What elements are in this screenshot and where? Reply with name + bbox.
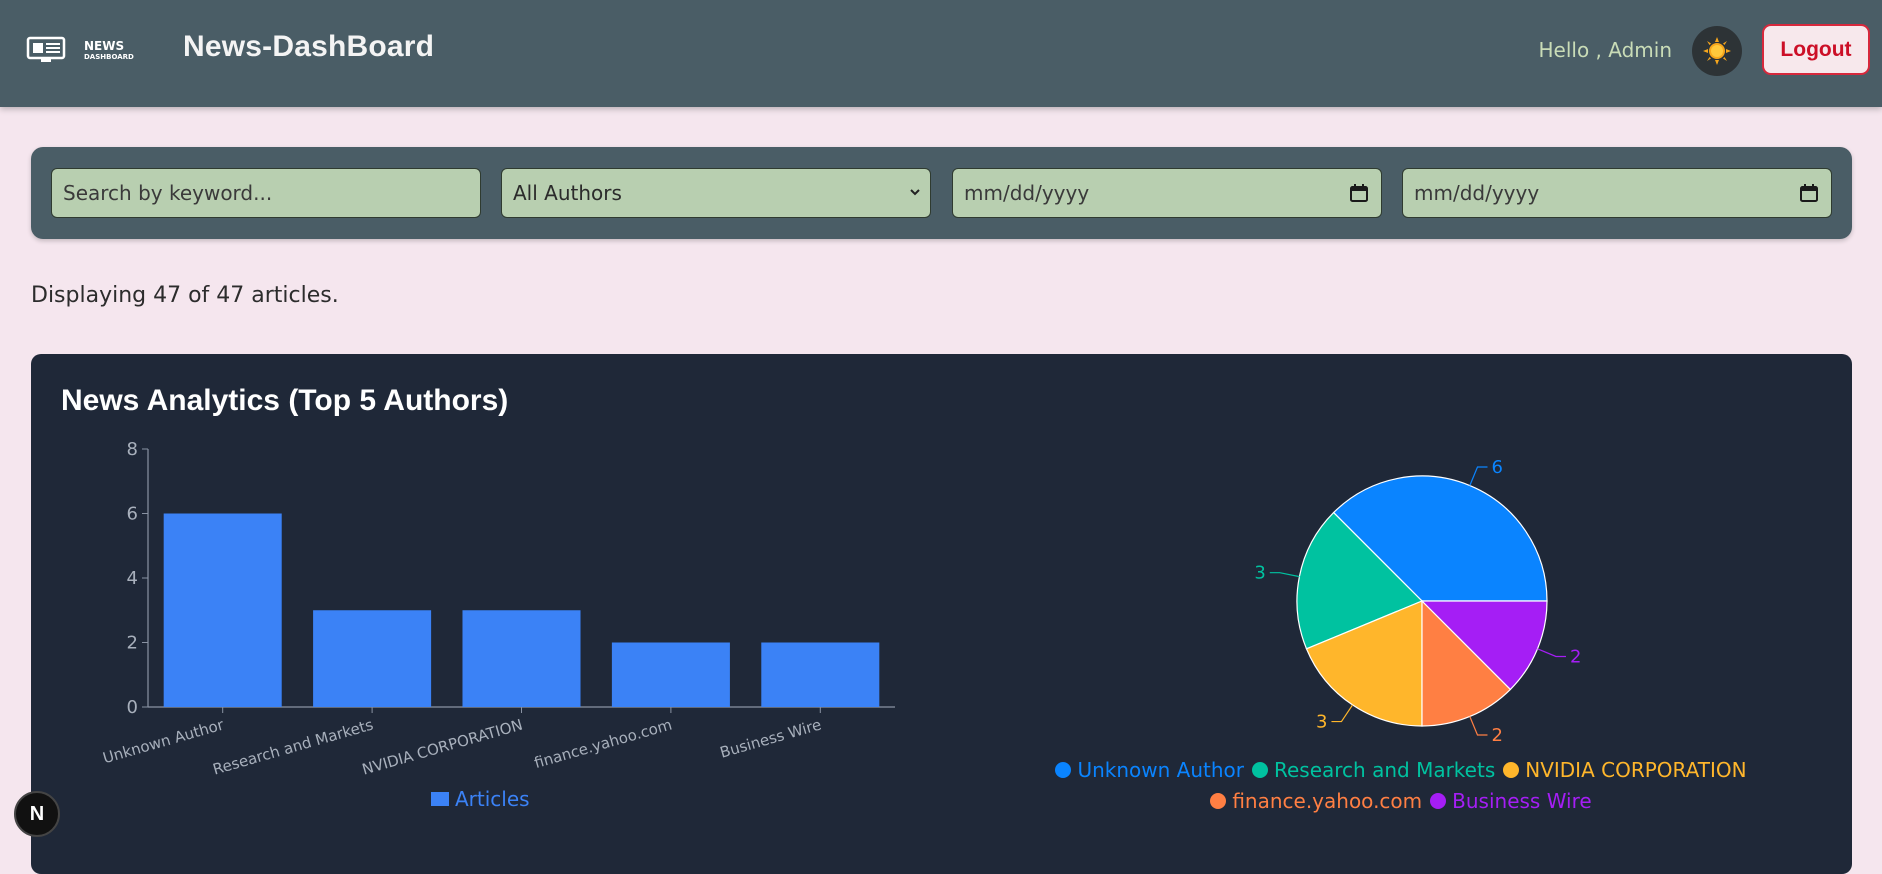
- pie-label-line: [1469, 466, 1488, 486]
- pie-legend-label: Research and Markets: [1273, 758, 1496, 782]
- legend-dot-icon: [1430, 793, 1447, 809]
- x-tick-label: Business Wire: [718, 716, 824, 762]
- pie-legend-item[interactable]: Business Wire: [1430, 786, 1592, 816]
- pie-label-line: [1269, 572, 1300, 578]
- y-tick-label: 6: [127, 504, 138, 525]
- x-tick-label: NVIDIA CORPORATION: [360, 716, 525, 779]
- author-select-value: All Authors: [513, 181, 622, 205]
- dev-tools-badge[interactable]: N: [14, 791, 60, 837]
- user-greeting: Hello , Admin: [1538, 38, 1672, 62]
- y-tick-label: 8: [127, 439, 138, 460]
- legend-dot-icon: [1503, 762, 1520, 778]
- pie-value-label: 3: [1316, 712, 1327, 733]
- bar[interactable]: [611, 642, 730, 708]
- y-tick-label: 4: [127, 568, 138, 589]
- bar[interactable]: [761, 642, 880, 708]
- pie-value-label: 2: [1570, 646, 1581, 667]
- analytics-card: News Analytics (Top 5 Authors) 0 2 4 6 8 Unkn…: [31, 354, 1852, 874]
- pie-legend-label: Unknown Author: [1077, 758, 1244, 782]
- logout-button[interactable]: Logout: [1762, 24, 1870, 75]
- pie-legend-label: finance.yahoo.com: [1232, 789, 1423, 813]
- x-tick-label: Research and Markets: [211, 715, 376, 778]
- legend-dot-icon: [1055, 762, 1072, 778]
- pie-chart-legend: Unknown Author Research and Markets NVIDIA…: [1021, 755, 1781, 817]
- bar-chart: 0 2 4 6 8 Unknown AuthorResearch and MarketsN…: [101, 439, 895, 779]
- date-to-placeholder: mm/dd/yyyy: [1414, 181, 1540, 205]
- logo-text-dashboard: DASHBOARD: [84, 53, 134, 61]
- pie-legend-item[interactable]: NVIDIA CORPORATION: [1503, 755, 1747, 785]
- legend-dot-icon: [1210, 793, 1227, 809]
- article-count-text: Displaying 47 of 47 articles.: [31, 283, 339, 308]
- pie-legend-label: Business Wire: [1452, 789, 1592, 813]
- search-placeholder: Search by keyword...: [63, 181, 273, 205]
- y-tick-label: 2: [127, 633, 138, 654]
- x-tick-label: Unknown Author: [101, 715, 227, 767]
- bar[interactable]: [313, 610, 432, 707]
- pie-chart: 6 3 3 2 2: [1254, 457, 1581, 746]
- pie-legend-item[interactable]: Research and Markets: [1251, 755, 1496, 785]
- pie-value-label: 3: [1254, 563, 1265, 584]
- pie-label-line: [1331, 704, 1354, 723]
- date-from-placeholder: mm/dd/yyyy: [964, 181, 1090, 205]
- pie-legend-item[interactable]: Unknown Author: [1055, 755, 1244, 785]
- theme-toggle-button[interactable]: [1692, 26, 1742, 76]
- pie-legend-item[interactable]: finance.yahoo.com: [1210, 786, 1422, 816]
- bar-legend-label: Articles: [455, 787, 530, 811]
- filter-bar: Search by keyword... All Authors mm/dd/y…: [31, 147, 1852, 239]
- pie-legend-label: NVIDIA CORPORATION: [1525, 758, 1747, 782]
- news-dashboard-logo: NEWS DASHBOARD: [26, 36, 134, 62]
- legend-swatch: [431, 792, 449, 806]
- bar-chart-legend[interactable]: Articles: [431, 787, 530, 811]
- pie-label-line: [1537, 648, 1566, 658]
- search-input[interactable]: Search by keyword...: [51, 168, 481, 218]
- author-select[interactable]: All Authors: [501, 168, 931, 218]
- bar[interactable]: [163, 513, 282, 708]
- top-navbar: NEWS DASHBOARD News-DashBoard Hello , Ad…: [0, 0, 1882, 107]
- logo-text-news: NEWS: [84, 39, 124, 53]
- sun-icon: [1703, 37, 1731, 65]
- pie-value-label: 6: [1491, 457, 1502, 478]
- legend-dot-icon: [1251, 762, 1268, 778]
- date-to-input[interactable]: mm/dd/yyyy: [1402, 168, 1832, 218]
- x-tick-label: finance.yahoo.com: [532, 716, 674, 773]
- bar[interactable]: [462, 610, 581, 707]
- pie-value-label: 2: [1491, 725, 1502, 746]
- calendar-icon[interactable]: [1799, 183, 1819, 203]
- calendar-icon[interactable]: [1349, 183, 1369, 203]
- y-tick-label: 0: [127, 697, 138, 718]
- date-from-input[interactable]: mm/dd/yyyy: [952, 168, 1382, 218]
- chevron-down-icon: [910, 189, 920, 196]
- app-title: News-DashBoard: [183, 30, 435, 63]
- pie-label-line: [1469, 716, 1488, 736]
